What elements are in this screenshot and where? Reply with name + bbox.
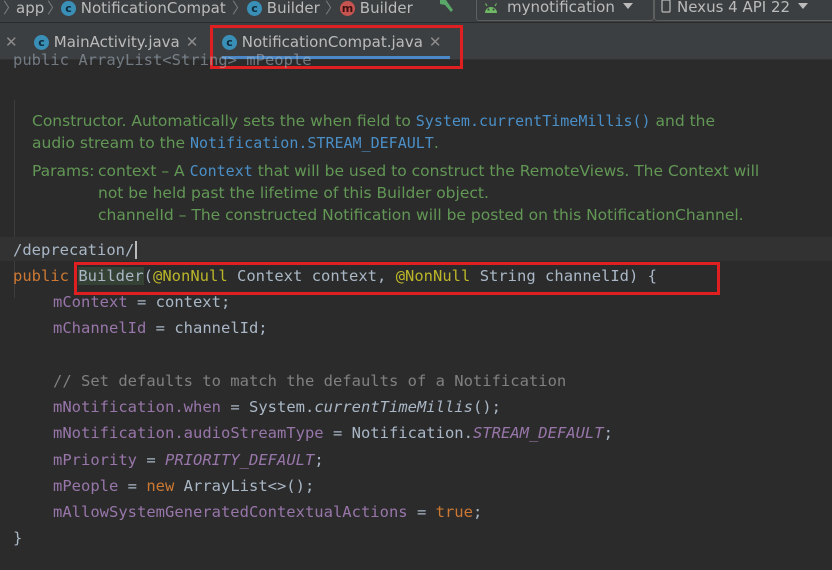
close-icon[interactable]: ✕ xyxy=(5,33,18,51)
doc-params-label: Params: xyxy=(32,162,95,180)
tab-label: MainActivity.java xyxy=(53,33,180,51)
deprecation-fold[interactable]: /deprecation/ xyxy=(13,240,138,260)
breadcrumb-item-class[interactable]: c NotificationCompat xyxy=(61,0,226,22)
code-line: mPeople = new ArrayList<>(); xyxy=(53,477,315,495)
class-icon: c xyxy=(61,1,76,16)
breadcrumb-item-builder-class[interactable]: c Builder xyxy=(247,0,320,22)
build-hammer-icon[interactable] xyxy=(438,0,456,14)
close-icon[interactable]: ✕ xyxy=(186,33,199,51)
android-icon xyxy=(484,3,498,13)
highlight-box-constructor xyxy=(74,262,720,295)
code-line: mChannelId = channelId; xyxy=(53,319,268,337)
class-icon: c xyxy=(34,35,49,50)
phone-icon xyxy=(661,0,671,13)
code-line: mNotification.audioStreamType = Notifica… xyxy=(53,424,613,442)
code-line: mPriority = PRIORITY_DEFAULT; xyxy=(53,451,324,469)
doc-param-context-cont: not be held past the lifetime of this Bu… xyxy=(98,184,489,202)
breadcrumb-item-builder-method[interactable]: m Builder xyxy=(340,0,413,22)
run-configuration-select[interactable]: mynotification xyxy=(476,0,654,21)
code-comment: // Set defaults to match the defaults of… xyxy=(53,372,567,390)
code-line: mNotification.when = System.currentTimeM… xyxy=(53,398,501,416)
doc-code-link[interactable]: Context xyxy=(190,162,253,180)
run-configuration-label: mynotification xyxy=(507,0,615,16)
code-editor[interactable]: public ArrayList<String> mPeople Constru… xyxy=(0,51,832,570)
device-label: Nexus 4 API 22 xyxy=(677,0,791,16)
breadcrumb-separator: 〉 xyxy=(232,0,248,17)
doc-param-context: context – A Context that will be used to… xyxy=(98,162,760,180)
code-line: mAllowSystemGeneratedContextualActions =… xyxy=(53,503,483,521)
method-icon: m xyxy=(340,1,355,16)
breadcrumb-label: Builder xyxy=(266,0,320,17)
breadcrumb-label: NotificationCompat xyxy=(80,0,226,17)
class-icon: c xyxy=(247,1,262,16)
breadcrumb-item-app[interactable]: app xyxy=(16,0,44,22)
doc-code-link[interactable]: System.currentTimeMillis() xyxy=(416,112,651,130)
chevron-down-icon xyxy=(622,3,633,9)
code-line-close-brace: } xyxy=(13,529,23,547)
breadcrumb-separator: 〉 xyxy=(325,0,341,17)
breadcrumb-separator: 〉 xyxy=(47,0,63,17)
code-line-partial: public ArrayList<String> mPeople xyxy=(13,51,312,69)
code-line: mContext = context; xyxy=(53,293,231,311)
device-select[interactable]: Nexus 4 API 22 xyxy=(654,0,832,21)
doc-line: Constructor. Automatically sets the when… xyxy=(32,112,716,130)
breadcrumb-label: Builder xyxy=(359,0,413,17)
chevron-down-icon xyxy=(798,3,809,9)
doc-line: audio stream to the Notification.STREAM_… xyxy=(32,134,439,152)
doc-code-link[interactable]: Notification.STREAM_DEFAULT xyxy=(190,134,434,152)
doc-param-channelid: channelId – The constructed Notification… xyxy=(98,206,744,224)
navigation-bar: 〉 app 〉 c NotificationCompat 〉 c Builder… xyxy=(0,0,832,22)
